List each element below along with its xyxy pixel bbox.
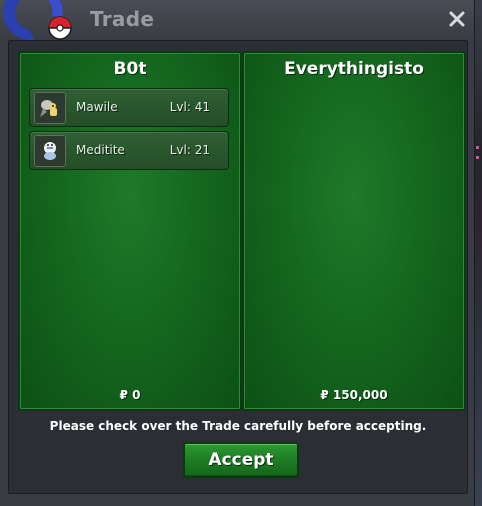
close-button[interactable] [444, 6, 470, 32]
money-offer: ₽ 150,000 [320, 388, 388, 402]
window-title: Trade [90, 7, 155, 31]
partner-offer-panel: Everythingisto ₽ 150,000 [242, 51, 466, 411]
trade-item-mawile[interactable]: Mawile Lvl: 41 [29, 88, 229, 127]
pokemon-icon [34, 135, 66, 167]
item-name: Mawile [76, 100, 118, 114]
pokeball-logo-icon [3, 0, 72, 41]
player-name: Everythingisto [284, 59, 424, 79]
close-icon [449, 11, 465, 27]
game-background [474, 0, 482, 506]
item-level: Lvl: 21 [169, 143, 210, 157]
trade-content: B0t Mawile Lvl: 41 Meditite Lvl: 21 ₽ 0 … [8, 40, 468, 494]
trade-item-meditite[interactable]: Meditite Lvl: 21 [29, 131, 229, 170]
pokemon-icon [34, 92, 66, 124]
money-offer: ₽ 0 [119, 388, 141, 402]
item-name: Meditite [76, 143, 125, 157]
player-name: B0t [113, 59, 147, 79]
background-detail [476, 156, 479, 159]
trade-window: Trade B0t Mawile Lvl: 41 Meditite Lvl: 2… [0, 0, 475, 506]
title-bar[interactable]: Trade [0, 0, 474, 41]
item-level: Lvl: 41 [169, 100, 210, 114]
accept-button[interactable]: Accept [183, 442, 299, 478]
trade-instructions: Please check over the Trade carefully be… [49, 419, 427, 433]
meditite-sprite-icon [44, 142, 56, 160]
mawile-sprite-icon [40, 100, 57, 117]
background-detail [476, 146, 479, 149]
my-offer-panel: B0t Mawile Lvl: 41 Meditite Lvl: 21 ₽ 0 [18, 51, 242, 411]
